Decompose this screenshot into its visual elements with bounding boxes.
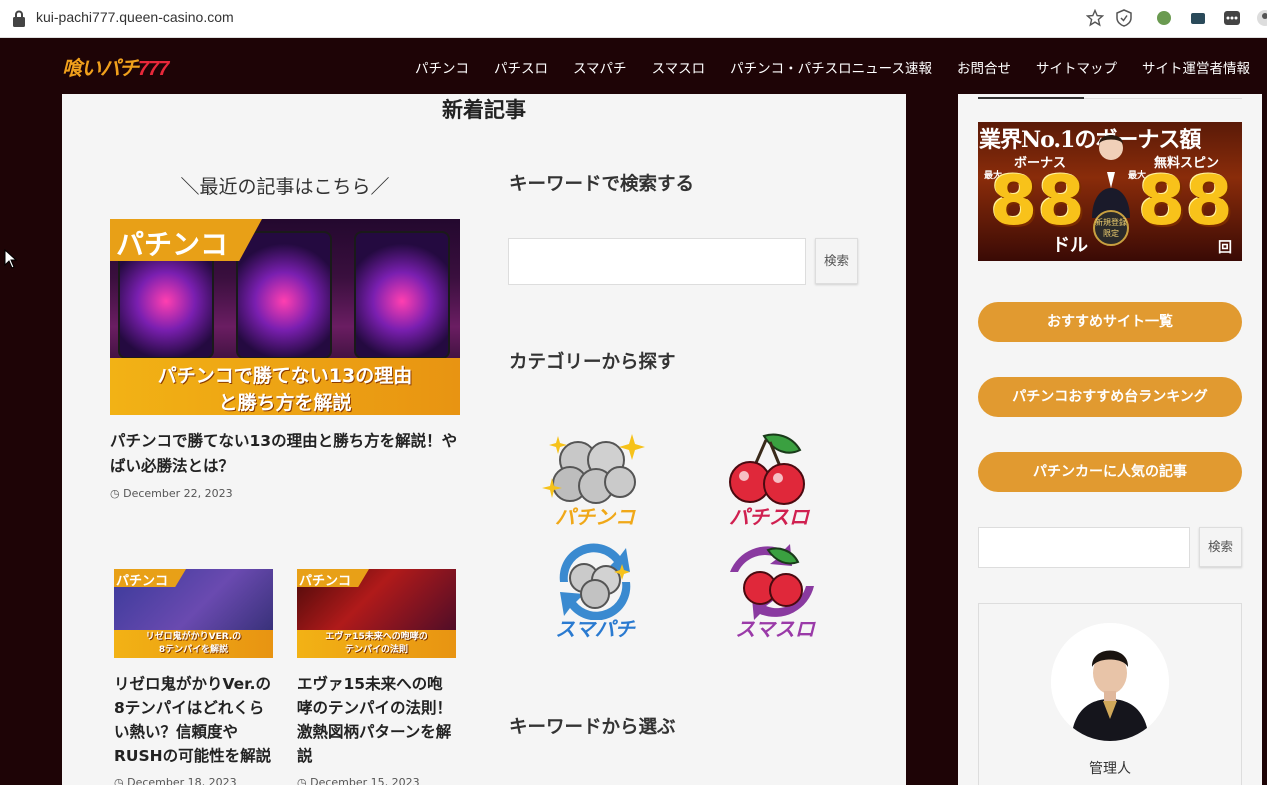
- smapachi-icon: [559, 543, 631, 621]
- featured-article-title[interactable]: パチンコで勝てない13の理由と勝ち方を解説！やばい必勝法とは？: [110, 429, 460, 479]
- search-input[interactable]: [508, 238, 806, 285]
- keyword-heading: キーワードから選ぶ: [509, 717, 676, 738]
- clock-icon: ◷: [114, 776, 124, 785]
- main-nav: パチンコ パチスロ スマパチ スマスロ パチンコ・パチスロニュース速報 お問合せ…: [390, 57, 1250, 77]
- nav-item-news[interactable]: パチンコ・パチスロニュース速報: [730, 57, 932, 77]
- browser-address-bar: kui-pachi777.queen-casino.com: [0, 0, 1267, 38]
- category-tag: パチンコ: [297, 569, 369, 587]
- article-date: ◷ December 22, 2023: [110, 487, 233, 500]
- category-label: パチンコ: [555, 505, 635, 529]
- article-date: ◷ December 18, 2023: [114, 776, 237, 785]
- search-button[interactable]: 検索: [815, 238, 858, 284]
- main-content: 新着記事 ＼最近の記事はこちら／ パチンコ パチンコで勝てない13の理由 と勝ち…: [62, 94, 906, 785]
- article-title[interactable]: エヴァ15未来への咆哮のテンパイの法則！激熱図柄パターンを解説: [297, 672, 452, 768]
- article-title[interactable]: リゼロ鬼がかりVer.の8テンパイはどれくらい熱い？信頼度やRUSHの可能性を解…: [114, 672, 274, 768]
- limited-seal: 新規登録 限定: [1093, 210, 1129, 246]
- smasuro-icon: [730, 544, 814, 620]
- category-pachislo[interactable]: パチスロ: [714, 430, 824, 530]
- nav-item-operator[interactable]: サイト運営者情報: [1142, 57, 1250, 77]
- featured-article-thumbnail[interactable]: パチンコ パチンコで勝てない13の理由 と勝ち方を解説: [110, 219, 460, 415]
- date-text: December 18, 2023: [127, 776, 237, 785]
- active-tab-indicator: [978, 97, 1084, 99]
- site-header: 喰いパチ777 パチンコ パチスロ スマパチ スマスロ パチンコ・パチスロニュー…: [0, 38, 1267, 94]
- search-heading: キーワードで検索する: [509, 174, 695, 195]
- recommended-sites-button[interactable]: おすすめサイト一覧: [978, 302, 1242, 342]
- pachinko-balls-icon: [542, 434, 645, 504]
- nav-item-pachinko[interactable]: パチンコ: [415, 57, 469, 77]
- url-field[interactable]: kui-pachi777.queen-casino.com: [36, 9, 234, 25]
- sidebar: 業界No.1のボーナス額 ボーナス 無料スピン 最大 最大 88 88 新規登録…: [958, 94, 1262, 785]
- admin-portrait: [1051, 623, 1169, 741]
- profile-card: 管理人: [978, 603, 1242, 785]
- avatar: [1051, 623, 1169, 741]
- nav-item-pachislo[interactable]: パチスロ: [494, 57, 548, 77]
- logo-text: 喰いパチ: [62, 58, 139, 80]
- category-label: スマパチ: [555, 617, 635, 641]
- category-label: パチスロ: [729, 505, 809, 529]
- logo-number: 777: [138, 58, 169, 80]
- bonus-amount: 88: [990, 162, 1085, 241]
- banner-line: パチンコで勝てない13の理由: [157, 365, 413, 387]
- nav-item-smasuro[interactable]: スマスロ: [652, 57, 706, 77]
- pachinko-machine-image: [236, 231, 332, 359]
- lock-icon[interactable]: [12, 10, 26, 28]
- category-tag: パチンコ: [114, 569, 186, 587]
- thumbnail-banner: パチンコで勝てない13の理由 と勝ち方を解説: [110, 358, 460, 415]
- category-smapachi[interactable]: スマパチ: [540, 542, 650, 642]
- profile-name: 管理人: [1089, 761, 1131, 777]
- thumbnail-banner: エヴァ15未来への咆哮の テンパイの法則: [297, 630, 456, 658]
- article-date: ◷ December 15, 2023: [297, 776, 420, 785]
- extension-icon[interactable]: [1223, 9, 1241, 27]
- star-icon[interactable]: [1086, 9, 1104, 27]
- category-heading: カテゴリーから探す: [509, 352, 676, 373]
- spin-amount: 88: [1138, 162, 1233, 241]
- shield-icon[interactable]: [1115, 9, 1133, 27]
- date-text: December 22, 2023: [123, 487, 233, 500]
- person-image: [1092, 135, 1130, 218]
- banner-line: と勝ち方を解説: [218, 392, 352, 414]
- popular-articles-button[interactable]: パチンカーに人気の記事: [978, 452, 1242, 492]
- category-pachinko[interactable]: パチンコ: [540, 430, 650, 530]
- thumbnail-banner: リゼロ鬼がかりVER.の 8テンパイを解説: [114, 630, 273, 658]
- article-thumbnail[interactable]: パチンコ リゼロ鬼がかりVER.の 8テンパイを解説: [114, 569, 273, 658]
- extension-icon[interactable]: [1189, 9, 1207, 27]
- category-label: スマスロ: [735, 617, 815, 641]
- banner-unit: 回: [1218, 240, 1232, 256]
- date-text: December 15, 2023: [310, 776, 420, 785]
- profile-icon[interactable]: [1256, 9, 1267, 27]
- bonus-banner-ad[interactable]: 業界No.1のボーナス額 ボーナス 無料スピン 最大 最大 88 88 新規登録…: [978, 122, 1242, 261]
- sidebar-search-button[interactable]: 検索: [1199, 527, 1242, 567]
- pachinko-machine-image: [354, 231, 450, 359]
- category-smasuro[interactable]: スマスロ: [720, 542, 830, 642]
- nav-item-smapachi[interactable]: スマパチ: [573, 57, 627, 77]
- nav-item-contact[interactable]: お問合せ: [957, 57, 1011, 77]
- nav-item-sitemap[interactable]: サイトマップ: [1036, 57, 1117, 77]
- recent-heading: ＼最近の記事はこちら／: [180, 176, 390, 198]
- pachinko-ranking-button[interactable]: パチンコおすすめ台ランキング: [978, 377, 1242, 417]
- clock-icon: ◷: [110, 487, 120, 500]
- site-logo[interactable]: 喰いパチ777: [62, 52, 169, 80]
- sidebar-search-input[interactable]: [978, 527, 1190, 568]
- banner-unit: ドル: [1052, 235, 1088, 256]
- sidebar-tabs: [978, 94, 1242, 99]
- cherry-icon: [729, 433, 805, 505]
- section-title: 新着記事: [442, 98, 526, 122]
- extension-icon[interactable]: [1155, 9, 1173, 27]
- clock-icon: ◷: [297, 776, 307, 785]
- mouse-cursor-icon: [4, 249, 17, 269]
- article-thumbnail[interactable]: パチンコ エヴァ15未来への咆哮の テンパイの法則: [297, 569, 456, 658]
- category-tag: パチンコ: [110, 219, 262, 261]
